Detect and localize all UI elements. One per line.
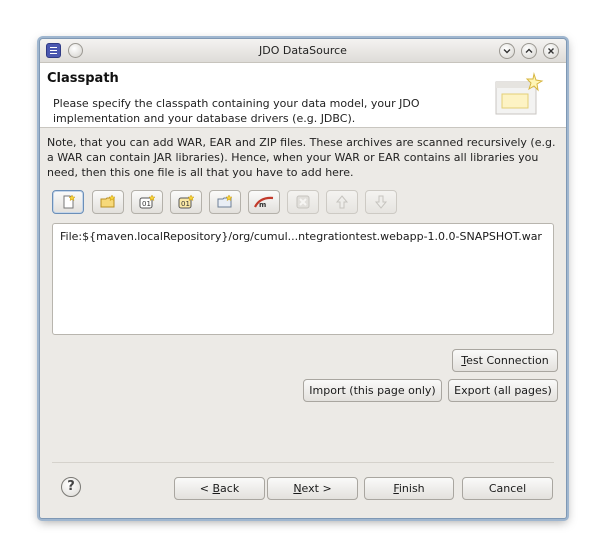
page-description: Please specify the classpath containing … (53, 97, 420, 125)
maximize-button[interactable] (521, 43, 537, 59)
move-down-icon (374, 195, 388, 209)
classpath-list[interactable]: File:${maven.localRepository}/org/cumul.… (52, 223, 554, 335)
add-jar-button[interactable]: 01 (131, 190, 163, 214)
title-bar[interactable]: JDO DataSource (40, 39, 566, 63)
add-external-jar-button[interactable]: 01 (170, 190, 202, 214)
svg-text:m: m (259, 201, 266, 208)
remove-icon (296, 195, 310, 209)
add-maven-icon: m (254, 196, 274, 208)
move-up-button[interactable] (326, 190, 358, 214)
back-label-prefix: < (199, 482, 213, 495)
remove-button[interactable] (287, 190, 319, 214)
next-mnemonic: N (293, 482, 302, 495)
page-title: Classpath (47, 71, 119, 86)
help-icon[interactable]: ? (61, 477, 81, 497)
add-maven-button[interactable]: m (248, 190, 280, 214)
move-up-icon (335, 195, 349, 209)
add-external-jar-icon: 01 (178, 194, 195, 209)
wizard-header: Classpath Please specify the classpath c… (40, 63, 566, 128)
svg-text:01: 01 (142, 200, 151, 208)
jdo-datasource-dialog: JDO DataSource Classpath Please specify … (39, 38, 567, 519)
next-button[interactable]: Next > (267, 477, 358, 500)
add-workspace-jar-icon: 01 (139, 194, 156, 209)
test-connection-label: est Connection (466, 354, 549, 367)
add-file-icon (63, 194, 76, 209)
close-icon (548, 48, 554, 54)
test-connection-button[interactable]: Test Connection (452, 349, 558, 372)
move-down-button[interactable] (365, 190, 397, 214)
wizard-banner-icon (495, 72, 544, 115)
export-button[interactable]: Export (all pages) (448, 379, 558, 402)
back-button[interactable]: < Back (174, 477, 265, 500)
add-folder-icon (100, 194, 116, 208)
archive-note: Note, that you can add WAR, EAR and ZIP … (47, 136, 556, 179)
next-label: ext > (301, 482, 332, 495)
finish-label: inish (398, 482, 425, 495)
cancel-button[interactable]: Cancel (462, 477, 553, 500)
svg-text:01: 01 (181, 200, 190, 208)
add-file-button[interactable] (52, 190, 84, 214)
window-title: JDO DataSource (259, 44, 347, 57)
minimize-button[interactable] (499, 43, 515, 59)
back-mnemonic: B (212, 482, 221, 495)
close-button[interactable] (543, 43, 559, 59)
add-folder-button[interactable] (92, 190, 124, 214)
footer-separator (52, 462, 554, 463)
chevron-down-icon (503, 49, 511, 54)
back-label: ack (220, 482, 240, 495)
add-variable-button[interactable] (209, 190, 241, 214)
import-button[interactable]: Import (this page only) (303, 379, 442, 402)
finish-button[interactable]: Finish (364, 477, 454, 500)
chevron-up-icon (525, 48, 533, 53)
add-variable-icon (217, 194, 233, 208)
list-item[interactable]: File:${maven.localRepository}/org/cumul.… (60, 230, 542, 243)
